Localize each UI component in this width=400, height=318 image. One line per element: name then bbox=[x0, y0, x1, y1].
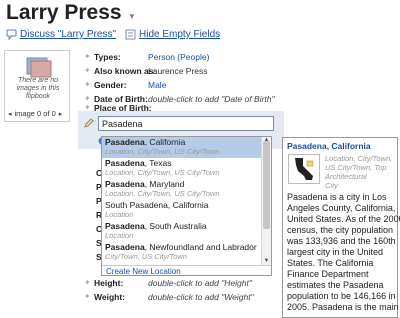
flipbook-counter: image 0 of 0 bbox=[14, 109, 56, 118]
property-bullet-icon: ✦ bbox=[84, 66, 91, 75]
topic-preview-panel: Pasadena, California Location, City/Town… bbox=[282, 137, 400, 318]
suggestion-item[interactable]: Pasadena, Maryland Location, City/Town, … bbox=[102, 179, 262, 200]
edit-pencil-icon[interactable] bbox=[84, 118, 94, 128]
property-bullet-icon: ✦ bbox=[84, 103, 91, 112]
property-bullet-icon: ✦ bbox=[84, 292, 91, 301]
property-label: Gender: bbox=[94, 79, 127, 90]
page-header: Larry Press ▾ bbox=[6, 0, 134, 26]
title-menu-caret-icon[interactable]: ▾ bbox=[130, 11, 135, 22]
suggestion-type: Location, City/Town, US City/Town bbox=[105, 147, 220, 156]
property-place-of-birth[interactable]: ✦ Place of Birth: bbox=[84, 101, 152, 114]
fields-icon bbox=[125, 29, 136, 40]
property-height[interactable]: ✦ Height: double-click to add "Height" bbox=[84, 276, 252, 289]
property-label: Types: bbox=[94, 51, 121, 62]
property-hint: double-click to add "Weight" bbox=[148, 291, 254, 302]
preview-type-list: Location, City/Town, US City/Town, Top A… bbox=[325, 154, 393, 190]
suggestion-type: Location, City/Town, US City/Town bbox=[105, 168, 220, 177]
flipbook-navigation: ◂ image 0 of 0 ▸ bbox=[8, 109, 62, 118]
suggestion-name: Pasadena, California bbox=[105, 137, 186, 147]
property-types[interactable]: ✦ Types: Person (People) bbox=[84, 50, 209, 63]
california-map-icon bbox=[295, 158, 314, 180]
discuss-icon bbox=[6, 29, 17, 40]
property-label: Weight: bbox=[94, 291, 126, 302]
scroll-down-arrow-icon[interactable]: ▼ bbox=[262, 258, 271, 264]
preview-thumbnail bbox=[288, 154, 320, 184]
flipbook-empty-message: There are no images in this flipbook bbox=[16, 77, 60, 100]
suggestion-name: Pasadena, Texas bbox=[105, 158, 172, 168]
next-arrow-icon[interactable]: ▸ bbox=[59, 110, 63, 118]
property-hint: double-click to add "Height" bbox=[148, 277, 252, 288]
property-value: Person (People) bbox=[148, 52, 209, 62]
place-of-birth-input-value: Pasadena bbox=[102, 118, 143, 129]
create-new-location-link[interactable]: Create New Location bbox=[102, 265, 271, 275]
property-bullet-icon: ✦ bbox=[84, 80, 91, 89]
suggestion-item[interactable]: Pasadena, Texas Location, City/Town, US … bbox=[102, 158, 262, 179]
discuss-label: Discuss "Larry Press" bbox=[20, 29, 117, 40]
discuss-link[interactable]: Discuss "Larry Press" bbox=[6, 29, 116, 40]
property-weight[interactable]: ✦ Weight: double-click to add "Weight" bbox=[84, 290, 254, 303]
suggestion-item[interactable]: South Pasadena, California Location bbox=[102, 200, 262, 221]
suggestion-type: Location bbox=[105, 210, 134, 219]
previous-arrow-icon[interactable]: ◂ bbox=[8, 110, 12, 118]
gender-value-link[interactable]: Male bbox=[148, 80, 166, 90]
suggestion-name: Pasadena, South Australia bbox=[105, 221, 207, 231]
property-bullet-icon: ✦ bbox=[84, 278, 91, 287]
topic-actions: Discuss "Larry Press" Hide Empty Fields bbox=[6, 29, 220, 40]
property-label: Also known as: bbox=[94, 65, 157, 76]
page-title: Larry Press bbox=[6, 1, 122, 24]
suggestion-type: Location, City/Town, US City/Town bbox=[105, 189, 220, 198]
preview-title[interactable]: Pasadena, California bbox=[287, 141, 371, 151]
property-value: Laurence Press bbox=[148, 65, 208, 76]
suggestion-name: Pasadena, Maryland bbox=[105, 179, 185, 189]
suggestion-item[interactable]: Pasadena, South Australia Location bbox=[102, 221, 262, 242]
property-hint: double-click to add "Date of Birth" bbox=[148, 93, 275, 104]
image-placeholder-icon bbox=[26, 57, 52, 78]
hide-empty-fields-label: Hide Empty Fields bbox=[139, 29, 221, 40]
property-label: Place of Birth: bbox=[94, 102, 152, 113]
suggestion-item[interactable]: Pasadena, Newfoundland and Labrador City… bbox=[102, 242, 262, 265]
scrollbar-thumb[interactable] bbox=[263, 141, 270, 229]
suggestion-type: Location bbox=[105, 231, 134, 240]
image-flipbook: There are no images in this flipbook ◂ i… bbox=[4, 50, 70, 122]
property-label: Height: bbox=[94, 277, 124, 288]
types-value-link[interactable]: Person (People) bbox=[148, 52, 209, 62]
suggestion-type: City/Town, US City/Town bbox=[105, 252, 187, 261]
property-gender[interactable]: ✦ Gender: Male bbox=[84, 78, 166, 91]
property-value: Male bbox=[148, 80, 166, 90]
location-suggestions-dropdown: Pasadena, California Location, City/Town… bbox=[101, 136, 272, 276]
property-also-known-as[interactable]: ✦ Also known as: Laurence Press bbox=[84, 64, 208, 77]
suggestion-item[interactable]: Pasadena, California Location, City/Town… bbox=[102, 137, 262, 158]
property-bullet-icon: ✦ bbox=[84, 52, 91, 61]
preview-description: Pasadena is a city in Los Angeles County… bbox=[287, 192, 400, 312]
suggestion-name: Pasadena, Newfoundland and Labrador bbox=[105, 242, 257, 252]
suggestion-name: South Pasadena, California bbox=[105, 200, 209, 210]
place-of-birth-input[interactable]: Pasadena bbox=[98, 116, 274, 131]
suggestions-scrollbar[interactable]: ▲ ▼ bbox=[261, 137, 271, 265]
hide-empty-fields-link[interactable]: Hide Empty Fields bbox=[125, 29, 220, 40]
